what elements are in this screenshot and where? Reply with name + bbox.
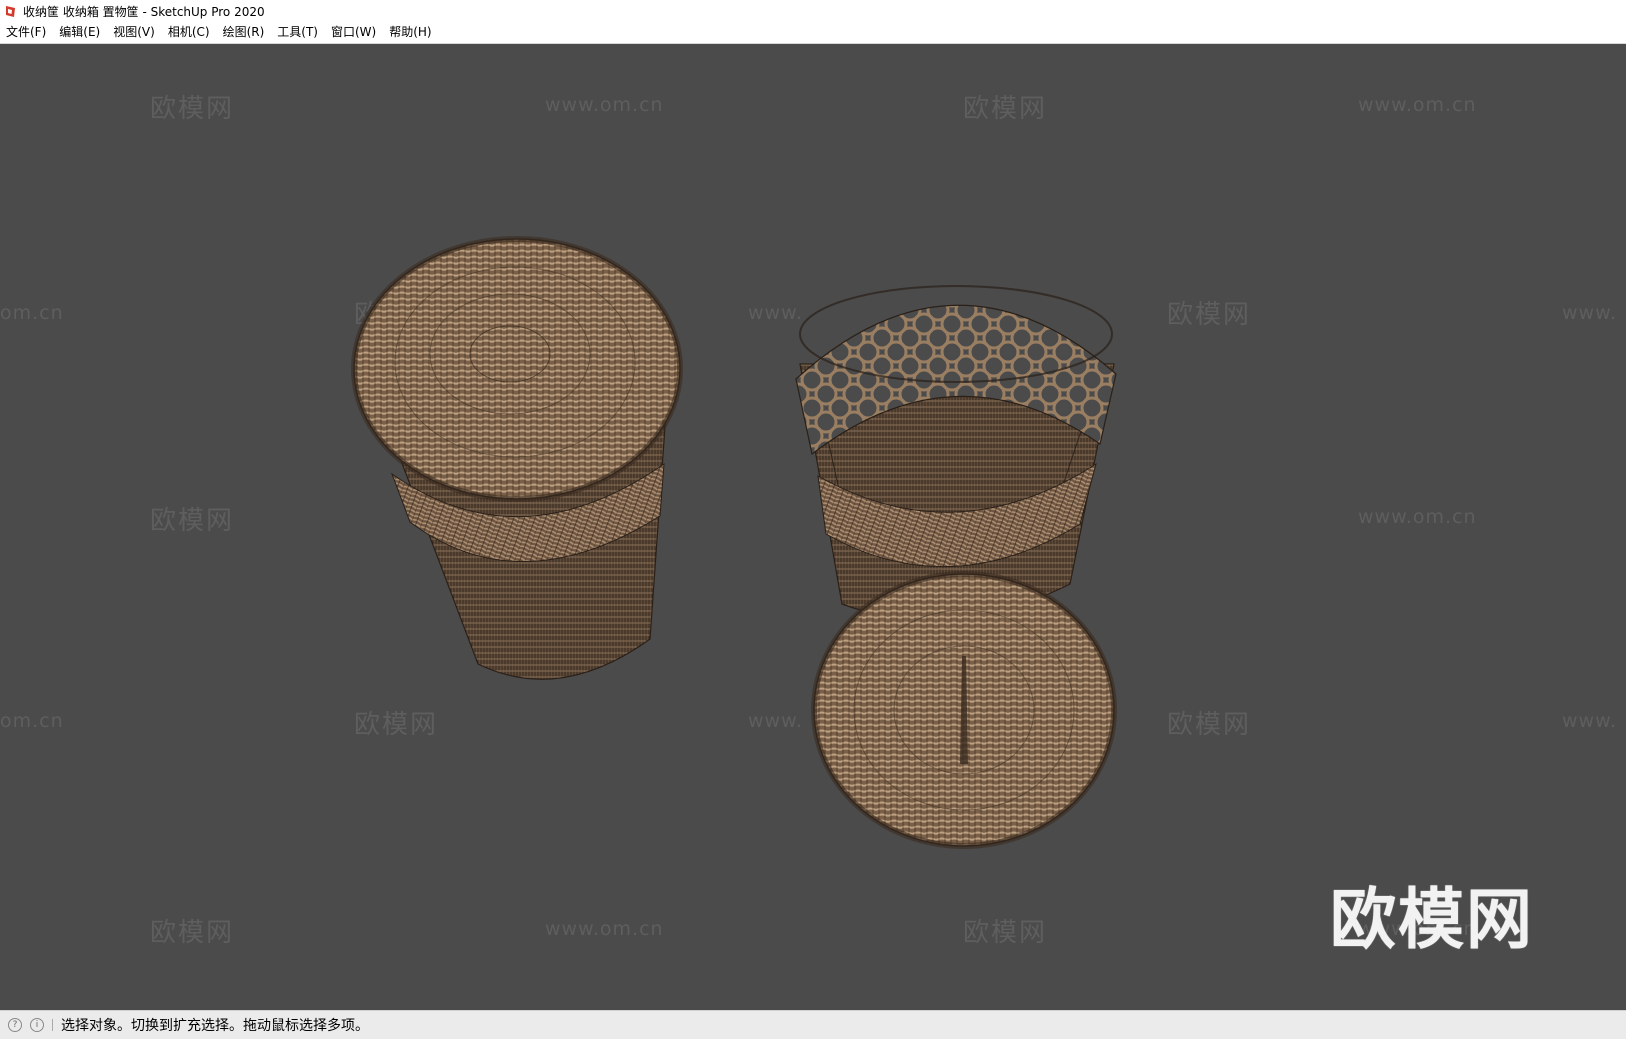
menu-edit[interactable]: 编辑(E) [53,22,107,43]
window-title: 收纳筐 收纳箱 置物筐 - SketchUp Pro 2020 [23,4,265,19]
model-viewport[interactable]: 欧模网 www.om.cn 欧模网 www.om.cn om.cn 欧模网 ww… [0,44,1626,1010]
status-divider [52,1019,53,1031]
menu-camera[interactable]: 相机(C) [162,22,217,43]
title-bar: 收纳筐 收纳箱 置物筐 - SketchUp Pro 2020 [0,0,1626,22]
left-basket[interactable] [351,236,683,680]
status-bar: ? i 选择对象。切换到扩充选择。拖动鼠标选择多项。 [0,1010,1626,1039]
menu-draw[interactable]: 绘图(R) [217,22,272,43]
basket-lid[interactable] [811,571,1117,849]
info-icon[interactable]: i [30,1018,44,1032]
menu-window[interactable]: 窗口(W) [325,22,383,43]
menu-file[interactable]: 文件(F) [0,22,53,43]
brand-watermark-logo: 欧模网 [1330,881,1534,958]
right-basket[interactable] [795,285,1117,621]
menu-help[interactable]: 帮助(H) [383,22,438,43]
menu-bar: 文件(F) 编辑(E) 视图(V) 相机(C) 绘图(R) 工具(T) 窗口(W… [0,22,1626,44]
menu-tools[interactable]: 工具(T) [271,22,325,43]
sketchup-app-icon [4,4,18,18]
status-message: 选择对象。切换到扩充选择。拖动鼠标选择多项。 [61,1018,369,1034]
menu-view[interactable]: 视图(V) [107,22,162,43]
geo-location-icon[interactable]: ? [8,1018,22,1032]
